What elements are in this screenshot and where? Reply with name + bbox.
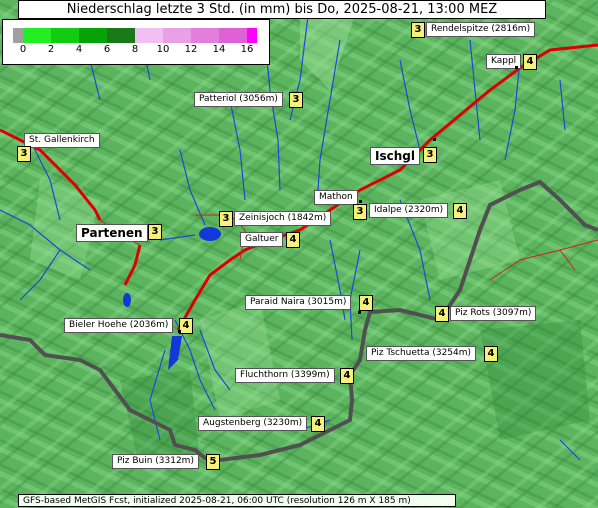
precip-badge: 4	[311, 416, 325, 432]
location-dot	[515, 66, 518, 69]
place-label-patteriol: Patteriol (3056m)	[194, 92, 283, 107]
precip-badge: 4	[359, 295, 373, 311]
legend-swatch	[79, 28, 107, 43]
legend-swatch	[219, 28, 247, 43]
precip-badge: 4	[435, 306, 449, 322]
precip-badge: 3	[353, 204, 367, 220]
precip-badge: 4	[484, 346, 498, 362]
legend-swatch	[191, 28, 219, 43]
location-dot	[358, 311, 361, 314]
location-dot	[178, 330, 181, 333]
place-label-bieler-hoehe: Bieler Hoehe (2036m)	[64, 318, 174, 333]
legend-tick: 14	[212, 44, 226, 55]
legend-tick: 6	[103, 44, 111, 55]
legend-swatch	[135, 28, 163, 43]
legend-swatch	[247, 28, 257, 43]
place-label-idalpe: Idalpe (2320m)	[369, 203, 449, 218]
legend-tick: 16	[240, 44, 254, 55]
precip-badge: 5	[206, 454, 220, 470]
place-label-ischgl: Ischgl	[370, 147, 420, 165]
legend-tick: 0	[19, 44, 27, 55]
legend-swatch	[23, 28, 51, 43]
place-label-paraid-naira: Paraid Naira (3015m)	[245, 295, 352, 310]
precip-badge: 4	[286, 232, 300, 248]
place-label-augstenberg: Augstenberg (3230m)	[198, 416, 308, 431]
legend-tick: 10	[156, 44, 170, 55]
precipitation-legend: 0 2 4 6 8 10 12 14 16	[2, 19, 270, 65]
place-label-zeinisjoch: Zeinisjoch (1842m)	[234, 211, 332, 226]
precip-badge: 4	[340, 368, 354, 384]
precip-badge: 4	[179, 318, 193, 334]
location-dot	[359, 200, 362, 203]
precip-badge: 3	[411, 22, 425, 38]
place-label-fluchthorn: Fluchthorn (3399m)	[235, 368, 335, 383]
place-label-mathon: Mathon	[314, 190, 358, 205]
precipitation-map: Niederschlag letzte 3 Std. (in mm) bis D…	[0, 0, 598, 508]
forecast-info-footer: GFS-based MetGIS Fcst, initialized 2025-…	[18, 494, 456, 507]
precip-badge: 3	[148, 224, 162, 240]
precip-badge: 3	[289, 92, 303, 108]
legend-tick: 8	[131, 44, 139, 55]
lake-vermunt	[123, 293, 131, 307]
legend-swatch	[107, 28, 135, 43]
legend-tick: 2	[47, 44, 55, 55]
place-label-st-gallenkirch: St. Gallenkirch	[24, 133, 100, 148]
legend-tick: 4	[75, 44, 83, 55]
legend-tick: 12	[184, 44, 198, 55]
terrain-relief	[0, 0, 598, 508]
place-label-partenen: Partenen	[76, 224, 148, 242]
precip-badge: 4	[453, 203, 467, 219]
precip-badge: 3	[17, 146, 31, 162]
place-label-galtuer: Galtuer	[240, 232, 284, 247]
location-dot	[433, 138, 436, 141]
precip-badge: 4	[523, 54, 537, 70]
place-label-piz-tschuetta: Piz Tschuetta (3254m)	[366, 346, 477, 361]
lake-zeinis	[199, 227, 221, 241]
legend-swatch	[51, 28, 79, 43]
legend-swatch	[163, 28, 191, 43]
place-label-piz-rots: Piz Rots (3097m)	[450, 306, 537, 321]
place-label-piz-buin: Piz Buin (3312m)	[112, 454, 199, 469]
precip-badge: 3	[219, 211, 233, 227]
map-title: Niederschlag letzte 3 Std. (in mm) bis D…	[18, 0, 546, 19]
place-label-rendelspitze: Rendelspitze (2816m)	[426, 22, 536, 37]
legend-swatch	[13, 28, 23, 43]
precip-badge: 3	[423, 147, 437, 163]
